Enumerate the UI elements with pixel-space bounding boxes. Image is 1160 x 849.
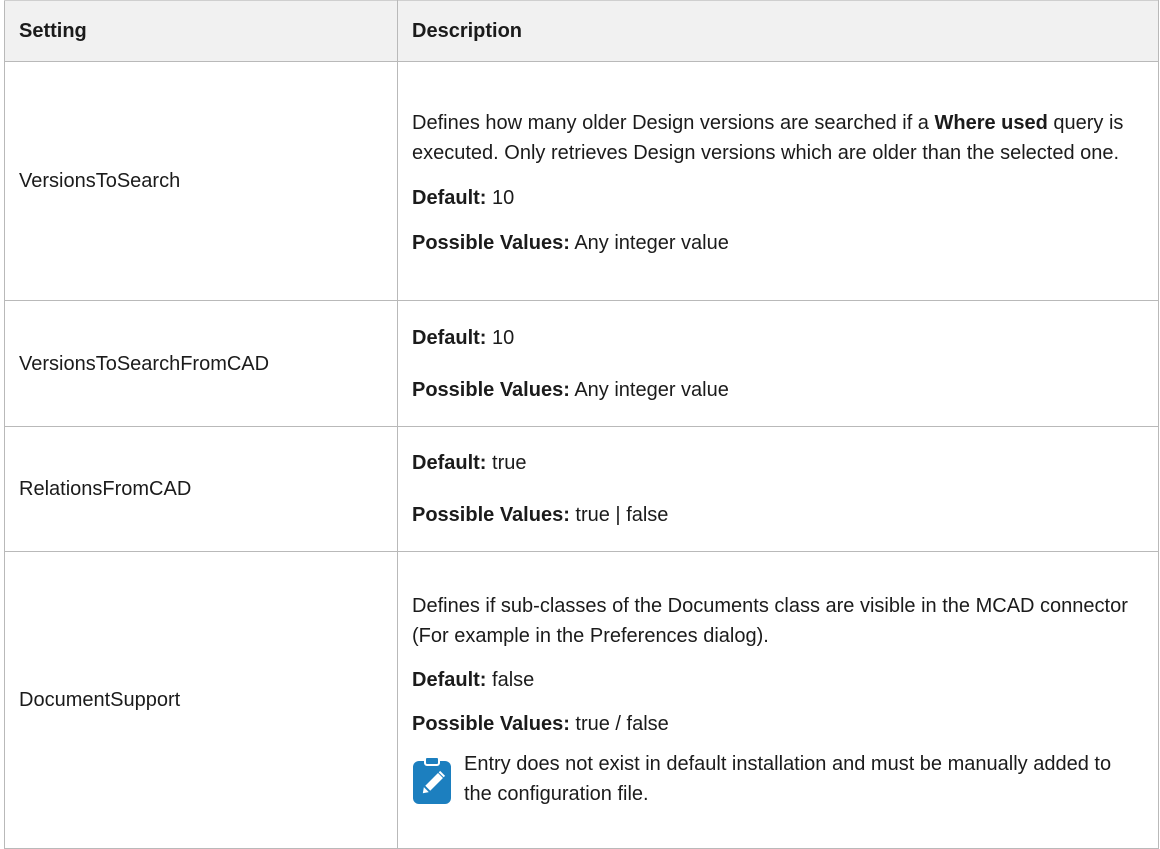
setting-name: DocumentSupport [4,551,398,849]
default-value: 10 [486,187,515,209]
possible-values-line: Possible Values: true / false [412,709,1144,739]
default-label: Default: [412,452,487,474]
default-value: 10 [486,326,515,349]
setting-description: Defines if sub-classes of the Documents … [412,595,1128,647]
default-value: true [486,452,527,474]
description-text: Defines how many older Design versions a… [412,112,935,134]
settings-table: Setting Description VersionsToSearch Def… [4,0,1159,849]
possible-values-value: Any integer value [569,232,729,254]
possible-values-line: Possible Values: Any integer value [412,228,1144,258]
default-label: Default: [412,326,487,349]
default-line: Default: 10 [412,323,1144,353]
setting-description-cell: Default: 10 Possible Values: Any integer… [397,300,1159,427]
possible-values-label: Possible Values: [412,713,570,735]
table-row: DocumentSupport Defines if sub-classes o… [4,551,1159,849]
possible-values-line: Possible Values: Any integer value [412,375,1144,405]
possible-values-label: Possible Values: [412,232,570,254]
default-label: Default: [412,187,487,209]
setting-name: RelationsFromCAD [4,426,398,552]
table-row: VersionsToSearch Defines how many older … [4,61,1159,301]
table-row: VersionsToSearchFromCAD Default: 10 Poss… [4,300,1159,427]
note-callout: Entry does not exist in default installa… [412,749,1144,809]
column-header-setting: Setting [4,0,398,62]
setting-description-cell: Defines if sub-classes of the Documents … [397,551,1159,849]
default-line: Default: false [412,665,1144,695]
setting-description-cell: Defines how many older Design versions a… [397,61,1159,301]
table-header-row: Setting Description [4,0,1159,62]
table-row: RelationsFromCAD Default: true Possible … [4,426,1159,552]
pencil-note-icon [412,753,452,805]
default-label: Default: [412,669,487,691]
note-text: Entry does not exist in default installa… [464,753,1112,805]
default-value: false [486,669,535,691]
description-emphasis: Where used [934,112,1048,134]
default-line: Default: true [412,448,1144,478]
possible-values-label: Possible Values: [412,378,570,401]
column-header-description: Description [397,0,1159,62]
setting-name: VersionsToSearchFromCAD [4,300,398,427]
setting-name: VersionsToSearch [4,61,398,301]
setting-description-cell: Default: true Possible Values: true | fa… [397,426,1159,552]
setting-description: Defines how many older Design versions a… [412,108,1144,168]
possible-values-label: Possible Values: [412,504,570,526]
possible-values-line: Possible Values: true | false [412,500,1144,530]
default-line: Default: 10 [412,183,1144,213]
possible-values-value: true | false [569,504,669,526]
possible-values-value: true / false [569,713,669,735]
possible-values-value: Any integer value [569,378,729,401]
